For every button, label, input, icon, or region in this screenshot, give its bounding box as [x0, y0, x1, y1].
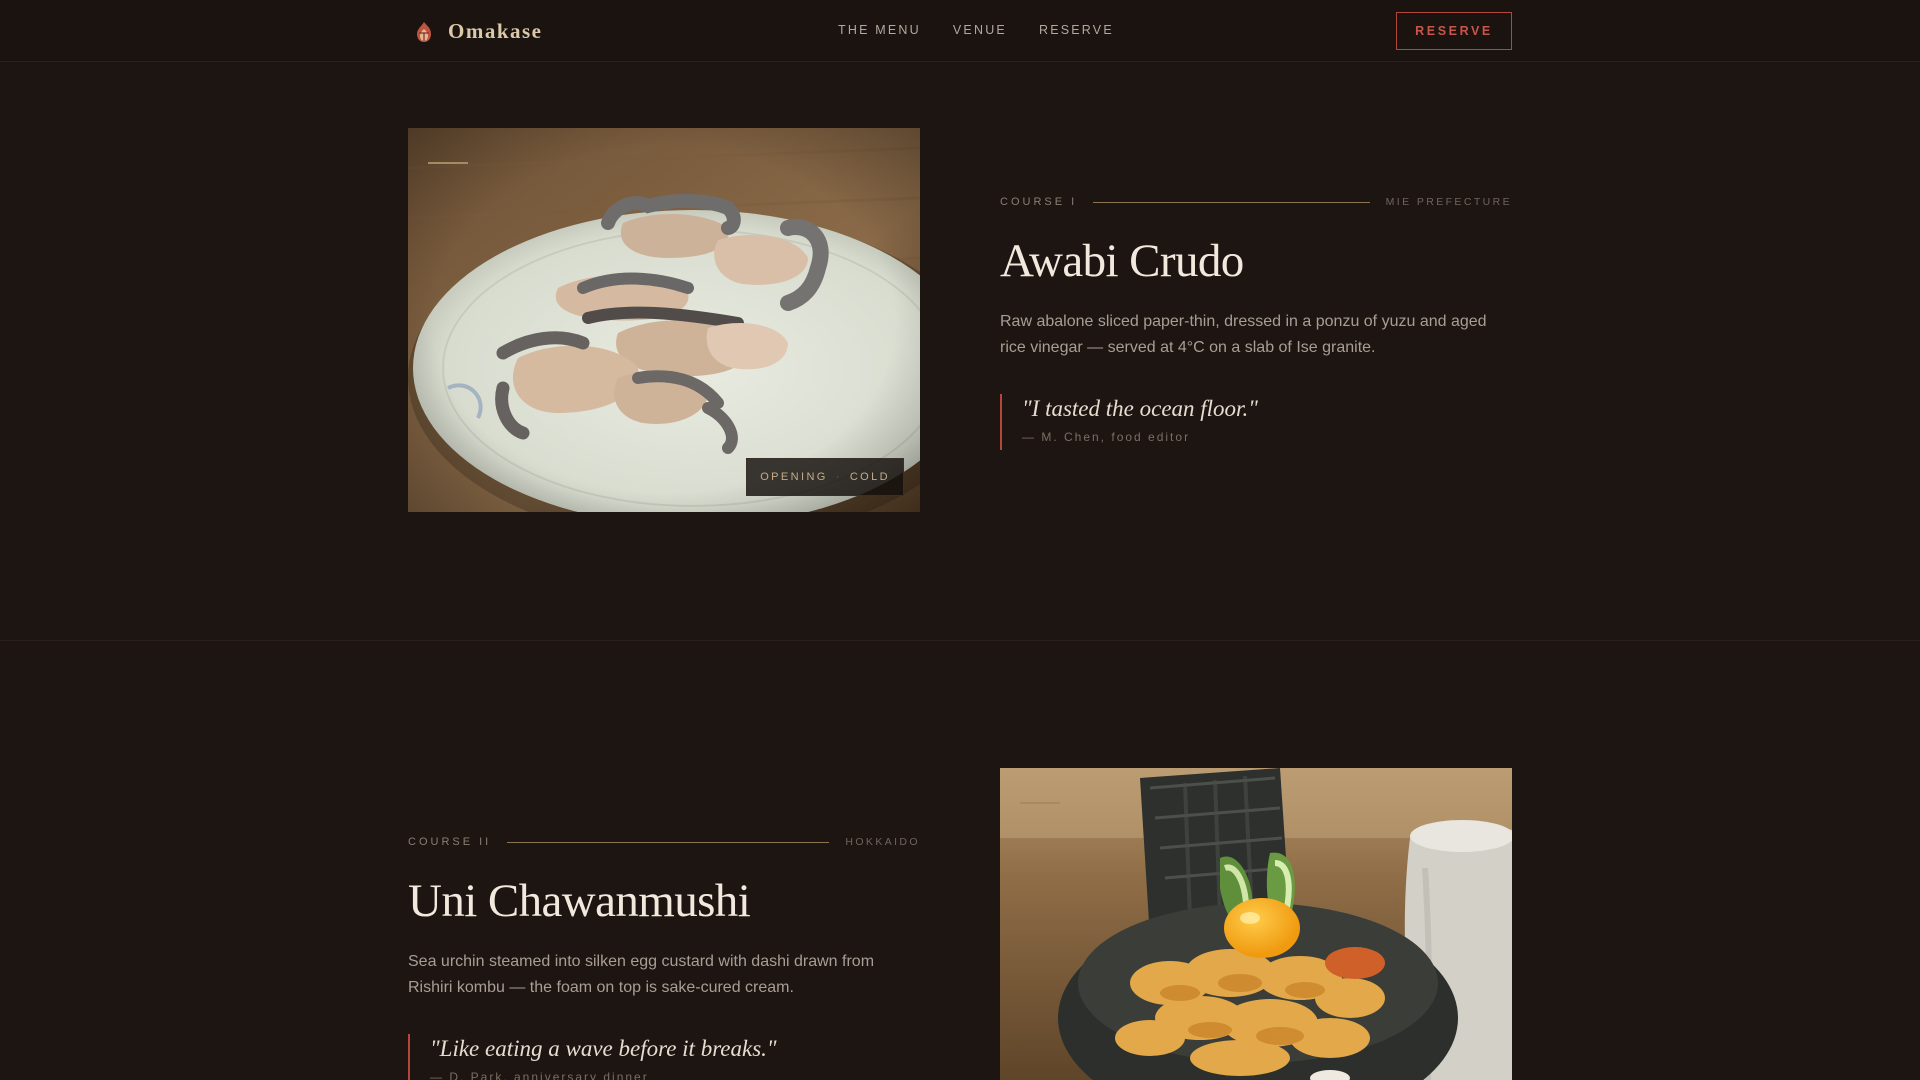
- page: Omakase THE MENU VENUE RESERVE RESERVE O…: [0, 0, 1920, 1080]
- nav-link-the-menu[interactable]: THE MENU: [838, 23, 921, 37]
- course-meta: COURSE I MIE PREFECTURE: [1000, 195, 1512, 209]
- top-nav: Omakase THE MENU VENUE RESERVE RESERVE: [0, 0, 1920, 62]
- course-meta: COURSE II HOKKAIDO: [408, 835, 920, 849]
- brand-name: Omakase: [448, 19, 543, 43]
- section-divider: [0, 640, 1920, 641]
- course-photo-uni: [1000, 768, 1512, 1080]
- flame-logo-icon: [414, 21, 434, 43]
- photo-accent-mark: [428, 162, 468, 164]
- course-number: COURSE I: [1000, 196, 1078, 208]
- dish-title: Awabi Crudo: [1000, 235, 1244, 287]
- course-tag-separator: ·: [835, 471, 842, 483]
- nav-link-venue[interactable]: VENUE: [953, 23, 1007, 37]
- nav-link-reserve[interactable]: RESERVE: [1039, 23, 1114, 37]
- photo-accent-mark: [1020, 802, 1060, 804]
- nav-links: THE MENU VENUE RESERVE: [838, 23, 1114, 37]
- course-tag-service: OPENING: [760, 471, 828, 483]
- course-info-awabi: COURSE I MIE PREFECTURE Awabi Crudo Raw …: [1000, 195, 1512, 450]
- course-number: COURSE II: [408, 836, 492, 848]
- dish-description: Sea urchin steamed into silken egg custa…: [408, 952, 875, 996]
- course-photo-awabi: OPENING · COLD: [408, 128, 920, 512]
- course-tag-temperature: COLD: [849, 471, 890, 483]
- uni-bowl-image: [1000, 768, 1512, 1080]
- quote-attribution: — M. Chen, food editor: [1022, 429, 1191, 444]
- course-origin: MIE PREFECTURE: [1385, 196, 1512, 208]
- quote-text: "I tasted the ocean floor.": [1022, 395, 1258, 421]
- course-tag: OPENING · COLD: [746, 458, 904, 496]
- quote-attribution: — D. Park, anniversary dinner: [430, 1069, 649, 1080]
- dish-title: Uni Chawanmushi: [408, 875, 751, 927]
- course-meta-rule: [1093, 201, 1370, 203]
- dish-description: Raw abalone sliced paper-thin, dressed i…: [1000, 312, 1487, 356]
- course-info-uni: COURSE II HOKKAIDO Uni Chawanmushi Sea u…: [408, 835, 920, 1080]
- course-meta-rule: [507, 841, 830, 843]
- abalone-dish-image: [408, 128, 920, 512]
- course-origin: HOKKAIDO: [845, 836, 920, 848]
- review-quote: "I tasted the ocean floor." — M. Chen, f…: [1000, 393, 1512, 450]
- review-quote: "Like eating a wave before it breaks." —…: [408, 1033, 920, 1080]
- reserve-button[interactable]: RESERVE: [1396, 12, 1512, 50]
- brand[interactable]: Omakase: [414, 19, 543, 44]
- quote-text: "Like eating a wave before it breaks.": [430, 1035, 777, 1061]
